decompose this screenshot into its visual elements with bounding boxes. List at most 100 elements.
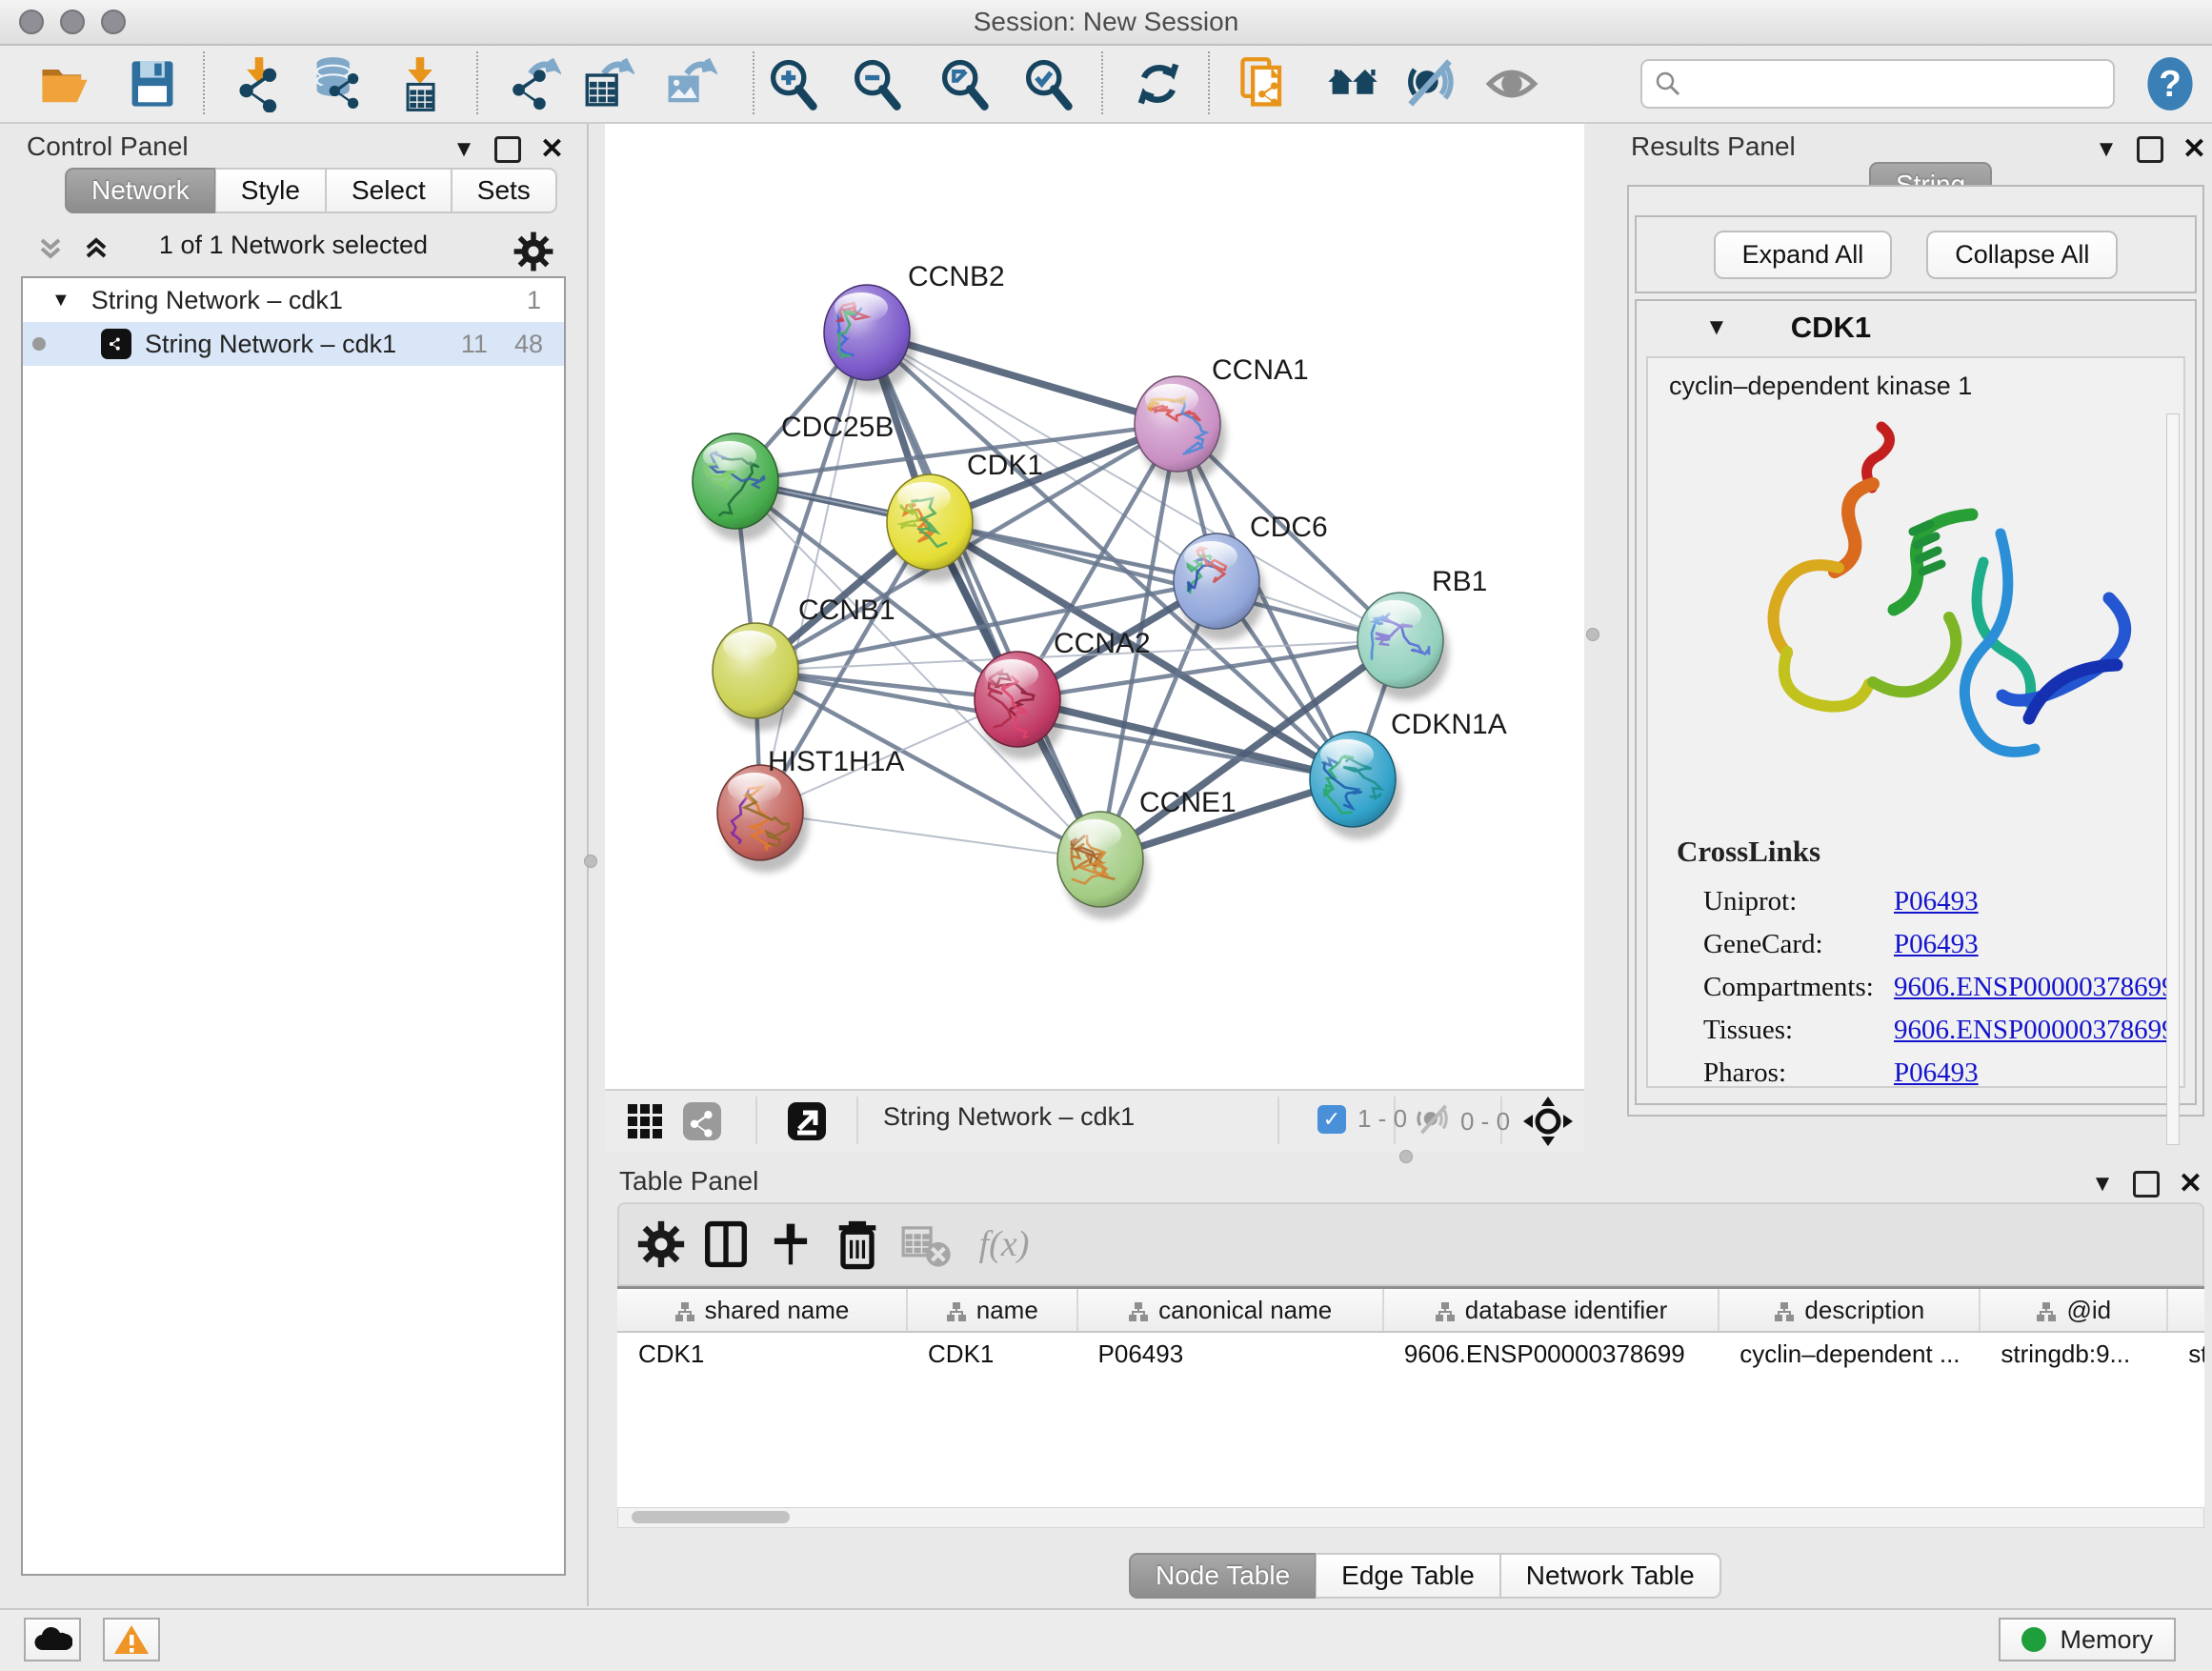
export-image-icon[interactable] [658, 53, 719, 114]
crosslink-row: GeneCard:P06493 [1703, 923, 2176, 966]
column-header-database-identifier[interactable]: database identifier [1383, 1289, 1719, 1332]
collapse-gene-icon[interactable]: ▼ [1705, 316, 1728, 339]
crosslink-label: Tissues: [1703, 1015, 1894, 1046]
cloud-status-button[interactable] [24, 1618, 81, 1661]
column-header-description[interactable]: description [1719, 1289, 1980, 1332]
node-CDC25B[interactable]: CDC25B [693, 412, 894, 541]
zoom-in-icon[interactable] [762, 53, 823, 114]
tree-expand-icon[interactable]: ▼ [51, 291, 70, 310]
results-scrollbar[interactable] [2166, 413, 2180, 1145]
zoom-fit-icon[interactable] [934, 53, 995, 114]
open-session-icon[interactable] [34, 53, 95, 114]
right-splitter-handle[interactable] [1586, 628, 1599, 641]
show-columns-icon[interactable] [697, 1216, 754, 1273]
help-icon[interactable]: ? [2142, 55, 2195, 109]
tab-node-table[interactable]: Node Table [1129, 1553, 1316, 1599]
add-column-icon[interactable] [762, 1216, 819, 1273]
external-window-icon[interactable] [780, 1097, 834, 1146]
collapse-table-panel-icon[interactable]: ▼ [2091, 1173, 2114, 1196]
string-home-icon[interactable] [1322, 53, 1383, 114]
delete-column-icon[interactable] [829, 1216, 886, 1273]
close-results-icon[interactable]: ✕ [2182, 135, 2206, 164]
zoom-selected-icon[interactable] [1017, 53, 1078, 114]
warning-status-button[interactable] [103, 1618, 160, 1661]
float-results-icon[interactable] [2137, 136, 2163, 163]
node-label-CCNE1: CCNE1 [1139, 787, 1237, 818]
table-row[interactable]: CDK1CDK1P064939606.ENSP00000378699cyclin… [617, 1332, 2204, 1375]
selected-checkbox[interactable]: ✓ [1317, 1105, 1346, 1134]
main-toolbar: ? [0, 46, 2212, 124]
tab-sets[interactable]: Sets [452, 168, 557, 213]
node-RB1[interactable]: RB1 [1357, 566, 1487, 700]
column-header-canonical-name[interactable]: canonical name [1077, 1289, 1383, 1332]
network-tree-row[interactable]: String Network – cdk1 11 48 [23, 322, 564, 366]
tab-style[interactable]: Style [215, 168, 326, 213]
node-CCNE1[interactable]: CCNE1 [1057, 787, 1237, 919]
crosslink-value-link[interactable]: P06493 [1894, 886, 1979, 917]
network-tree: ▼ String Network – cdk1 1 String Network… [21, 276, 566, 1576]
hidden-eye-icon[interactable] [1413, 1098, 1455, 1145]
table-cell[interactable]: P06493 [1077, 1332, 1383, 1375]
left-splitter-handle[interactable] [584, 855, 597, 868]
table-cell[interactable]: CDK1 [907, 1332, 1077, 1375]
bottom-splitter-handle[interactable] [1399, 1150, 1413, 1163]
crosslink-value-link[interactable]: P06493 [1894, 929, 1979, 960]
delete-table-icon [897, 1216, 955, 1273]
share-view-icon[interactable] [675, 1097, 729, 1146]
tab-select[interactable]: Select [326, 168, 452, 213]
tab-network-table[interactable]: Network Table [1500, 1553, 1721, 1599]
edge-CCNB2-CCNE1[interactable] [867, 332, 1100, 859]
import-network-database-icon[interactable] [307, 53, 368, 114]
table-cell[interactable]: CDK1 [617, 1332, 907, 1375]
export-table-icon[interactable] [575, 53, 636, 114]
table-hscroll-thumb[interactable] [632, 1511, 790, 1523]
table-hscrollbar[interactable] [617, 1507, 2204, 1528]
grid-view-icon[interactable] [618, 1097, 672, 1146]
node-CDKN1A[interactable]: CDKN1A [1310, 709, 1507, 839]
import-network-file-icon[interactable] [229, 53, 290, 114]
column-header-shared-name[interactable]: shared name [617, 1289, 907, 1332]
float-table-panel-icon[interactable] [2133, 1171, 2160, 1198]
close-panel-icon[interactable]: ✕ [540, 135, 564, 164]
network-canvas[interactable]: CCNB2 CCNA1 CDC25B CDK1 CDC6 RB1 [605, 124, 1584, 1089]
zoom-out-icon[interactable] [846, 53, 907, 114]
table-cell[interactable]: stringdb:9... [1980, 1332, 2167, 1375]
copy-network-icon[interactable] [1235, 53, 1296, 114]
node-CCNB2[interactable]: CCNB2 [824, 261, 1005, 393]
table-cell[interactable]: cyclin–dependent ... [1719, 1332, 1980, 1375]
save-session-icon[interactable] [122, 53, 183, 114]
collapse-all-button[interactable]: Collapse All [1926, 231, 2118, 279]
column-header-name[interactable]: name [907, 1289, 1077, 1332]
birdseye-icon[interactable] [1521, 1097, 1575, 1146]
crosslink-value-link[interactable]: P06493 [1894, 1057, 1979, 1089]
table-cell[interactable]: stringdb [2167, 1332, 2204, 1375]
collapse-results-icon[interactable]: ▼ [2095, 138, 2118, 161]
import-table-icon[interactable] [390, 53, 451, 114]
node-HIST1H1A[interactable]: HIST1H1A [717, 746, 904, 873]
network-tree-row[interactable]: ▼ String Network – cdk1 1 [23, 278, 564, 322]
export-network-icon[interactable] [502, 53, 563, 114]
crosslink-value-link[interactable]: 9606.ENSP00000378699 [1894, 1015, 2176, 1046]
network-options-gear-icon[interactable] [513, 231, 554, 277]
memory-button[interactable]: Memory [1999, 1618, 2176, 1661]
table-cell[interactable]: 9606.ENSP00000378699 [1383, 1332, 1719, 1375]
search-input[interactable] [1690, 69, 2113, 100]
node-CDC6[interactable]: CDC6 [1174, 512, 1328, 641]
tab-edge-table[interactable]: Edge Table [1316, 1553, 1500, 1599]
collection-name: String Network – cdk1 [91, 286, 343, 315]
collapse-panel-icon[interactable]: ▼ [452, 138, 475, 161]
column-header-@id[interactable]: @id [1980, 1289, 2167, 1332]
close-table-panel-icon[interactable]: ✕ [2179, 1170, 2202, 1198]
table-settings-icon[interactable] [633, 1216, 690, 1273]
crosslink-value-link[interactable]: 9606.ENSP00000378699 [1894, 972, 2176, 1003]
app-window: Session: New Session ? Control Panel ▼ ✕… [0, 0, 2212, 1671]
show-structures-icon[interactable] [1481, 53, 1542, 114]
hide-glass-ball-icon[interactable] [1398, 53, 1459, 114]
search-box[interactable] [1640, 59, 2115, 109]
column-header-namespace[interactable]: namespace [2167, 1289, 2204, 1332]
edge-HIST1H1A-CCNE1[interactable] [760, 813, 1100, 859]
float-panel-icon[interactable] [494, 136, 521, 163]
tab-network[interactable]: Network [65, 168, 215, 213]
apply-layout-icon[interactable] [1128, 53, 1189, 114]
expand-all-button[interactable]: Expand All [1714, 231, 1893, 279]
